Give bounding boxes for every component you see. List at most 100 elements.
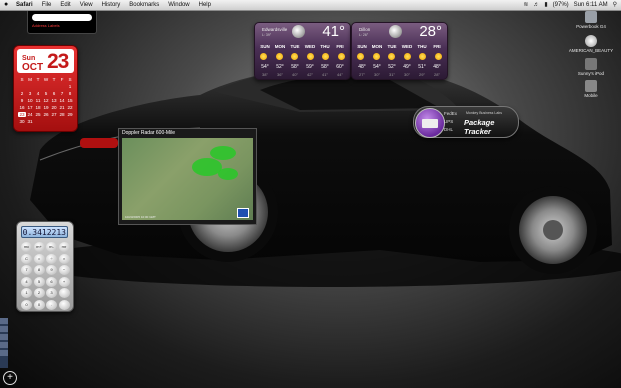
calendar-date[interactable]: 27: [50, 112, 58, 117]
calculator-key[interactable]: =: [33, 253, 45, 264]
apple-menu-icon[interactable]: ●: [4, 0, 8, 10]
calculator-key[interactable]: ÷: [46, 253, 57, 264]
calculator-key[interactable]: 1: [21, 288, 32, 298]
weather-high: 52°: [276, 64, 284, 70]
calendar-date[interactable]: 28: [58, 112, 66, 117]
calculator-key[interactable]: m-: [46, 242, 57, 252]
calendar-date[interactable]: 14: [58, 98, 66, 103]
menu-window[interactable]: Window: [168, 0, 189, 10]
calculator-key[interactable]: .: [46, 299, 57, 310]
carrier-dhl[interactable]: DHL: [444, 126, 457, 134]
spotlight-icon[interactable]: ⚲: [613, 0, 617, 10]
calculator-key[interactable]: 0: [33, 299, 45, 310]
calendar-date[interactable]: 30: [18, 119, 26, 124]
calendar-date[interactable]: 9: [18, 98, 26, 103]
weather-widget-dillon[interactable]: Dillon L: 26° 28° SUN MON TUE WED THU FRI 48°…: [351, 22, 448, 80]
calendar-date[interactable]: 26: [42, 112, 50, 117]
calculator-key[interactable]: 3: [46, 288, 57, 298]
calendar-date[interactable]: 23: [18, 112, 26, 117]
calculator-key[interactable]: 8: [33, 265, 45, 275]
volume-icon[interactable]: ♬: [533, 0, 539, 10]
calendar-date[interactable]: 25: [34, 112, 42, 117]
calendar-date[interactable]: 10: [26, 98, 34, 103]
add-widget-button[interactable]: +: [3, 371, 17, 385]
desktop-icon-mobile[interactable]: Mobile: [566, 80, 616, 98]
address-search-field[interactable]: [32, 14, 92, 21]
widget-bar-item[interactable]: [0, 318, 8, 324]
calendar-date[interactable]: 7: [58, 91, 66, 96]
calendar-date[interactable]: 24: [26, 112, 34, 117]
calculator-key[interactable]: 7: [21, 265, 32, 275]
calculator-key[interactable]: ×: [58, 253, 70, 264]
calendar-weekday-header: W: [43, 77, 49, 82]
weather-channel-logo: [237, 208, 249, 218]
calendar-date[interactable]: 5: [42, 91, 50, 96]
calculator-key[interactable]: 2: [33, 288, 45, 298]
radar-echo: [218, 168, 238, 180]
weather-city: Edwardsville: [262, 27, 288, 32]
widget-bar-strip[interactable]: [0, 318, 8, 368]
calendar-date[interactable]: 29: [66, 112, 74, 117]
calendar-date[interactable]: 12: [42, 98, 50, 103]
carrier-fedex[interactable]: FedEx: [444, 110, 457, 118]
calendar-date[interactable]: 17: [26, 105, 34, 110]
widget-bar-item[interactable]: [0, 350, 8, 356]
calculator-widget[interactable]: 0.3412213 mc m+ m-mr C = ÷ × 7 8 9−4 5 6 +1 2 3 0 0.: [16, 221, 74, 312]
desktop-icon-powerbook[interactable]: Powerbook G4: [566, 11, 616, 29]
weather-low: 27°: [358, 72, 366, 77]
wifi-icon[interactable]: ≋: [523, 0, 528, 10]
widget-bar-item[interactable]: [0, 342, 8, 348]
calendar-date[interactable]: 6: [50, 91, 58, 96]
menu-history[interactable]: History: [102, 0, 121, 10]
calculator-key[interactable]: 9: [46, 265, 57, 275]
weather-temp: 41°: [322, 23, 345, 40]
widget-bar-item[interactable]: [0, 334, 8, 340]
weather-widget-edwardsville[interactable]: Edwardsville L: 39° 41° SUN MON TUE WED THU F…: [254, 22, 351, 80]
calculator-key[interactable]: m+: [33, 242, 45, 252]
calendar-date[interactable]: 8: [66, 91, 74, 96]
radar-echo: [210, 146, 236, 160]
menu-safari[interactable]: Safari: [16, 0, 33, 10]
menu-edit[interactable]: Edit: [60, 0, 70, 10]
carrier-ups[interactable]: UPS: [444, 118, 457, 126]
calendar-date[interactable]: 19: [42, 105, 50, 110]
calculator-key[interactable]: 5: [33, 276, 45, 287]
package-tracker-widget[interactable]: FedEx UPS DHL Monkey Business Labs Packa…: [413, 106, 519, 138]
calendar-date[interactable]: 18: [34, 105, 42, 110]
address-labels-link[interactable]: Address Labels: [32, 23, 60, 28]
calculator-key[interactable]: 4: [21, 276, 32, 287]
radar-widget[interactable]: Doppler Radar 600-Mile 10/23/2005 10:00 …: [118, 128, 257, 225]
desktop-icon-cd[interactable]: AMERICAN_BEAUTY: [566, 35, 616, 53]
calculator-key[interactable]: [58, 288, 70, 298]
calendar-date[interactable]: 11: [34, 98, 42, 103]
calculator-key[interactable]: 6: [46, 276, 57, 287]
calendar-date[interactable]: 2: [18, 91, 26, 96]
calendar-date[interactable]: 16: [18, 105, 26, 110]
calculator-key[interactable]: mr: [58, 242, 70, 252]
calendar-date[interactable]: 4: [34, 91, 42, 96]
calculator-key[interactable]: mc: [21, 242, 32, 252]
calculator-key[interactable]: +: [58, 276, 70, 287]
calendar-date[interactable]: 31: [26, 119, 34, 124]
calculator-key[interactable]: C: [21, 253, 32, 264]
menu-file[interactable]: File: [42, 0, 52, 10]
calculator-key[interactable]: −: [58, 265, 70, 275]
battery-icon[interactable]: ▮: [544, 0, 547, 10]
menu-help[interactable]: Help: [199, 0, 211, 10]
calendar-date[interactable]: 22: [66, 105, 74, 110]
calendar-date[interactable]: 1: [66, 84, 74, 89]
desktop-icon-ipod[interactable]: Sunny's iPod: [566, 58, 616, 76]
menu-clock[interactable]: Sun 6:11 AM: [574, 0, 608, 10]
calendar-date[interactable]: 3: [26, 91, 34, 96]
calendar-date[interactable]: 13: [50, 98, 58, 103]
calculator-key[interactable]: [58, 299, 70, 310]
calendar-date[interactable]: 15: [66, 98, 74, 103]
calendar-date[interactable]: 20: [50, 105, 58, 110]
menu-view[interactable]: View: [80, 0, 93, 10]
calendar-date[interactable]: 21: [58, 105, 66, 110]
weather-high: 49°: [403, 64, 411, 70]
menu-bookmarks[interactable]: Bookmarks: [129, 0, 159, 10]
widget-bar-item[interactable]: [0, 326, 8, 332]
calendar-widget[interactable]: Sun OCT 23 S M T W T F S 1 2 3 4 5 6 7 8 9 10 11 12 13 14 15 1…: [13, 45, 78, 132]
calculator-key[interactable]: 0: [21, 299, 32, 310]
